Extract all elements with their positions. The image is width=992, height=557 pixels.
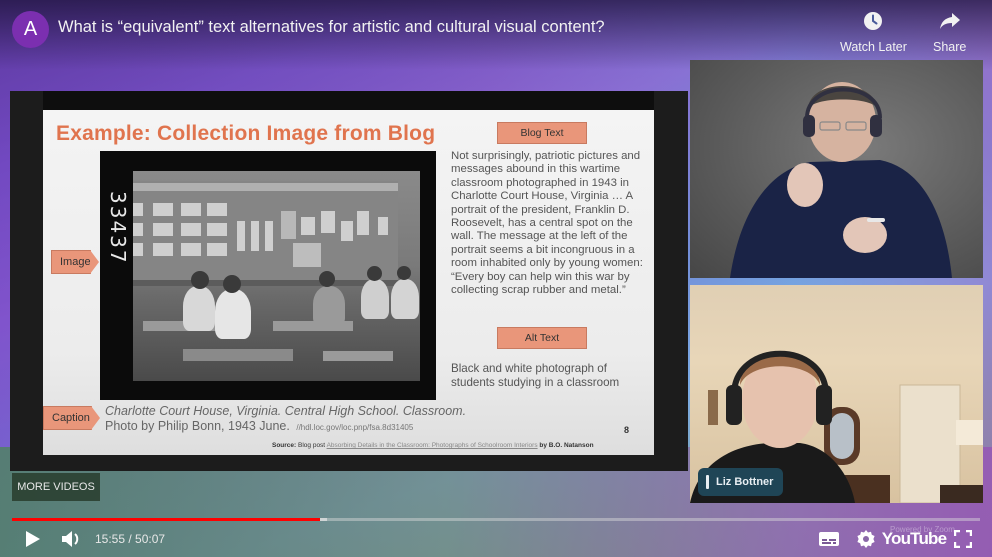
blog-text-body: Not surprisingly, patriotic pictures and… — [451, 150, 643, 297]
participant-video-liz-bottner: Liz Bottner — [690, 285, 983, 503]
classroom-photo — [133, 171, 420, 381]
image-tag: Image — [51, 250, 99, 274]
fullscreen-button[interactable] — [951, 527, 975, 551]
photo-caption-url: //hdl.loc.gov/loc.pnp/fsa.8d31405 — [296, 423, 414, 432]
watch-later-label: Watch Later — [840, 40, 907, 54]
alt-text-label: Alt Text — [497, 327, 587, 349]
blog-text-label: Blog Text — [497, 122, 587, 144]
collection-photo: 33437 — [100, 151, 436, 400]
slide-number: 8 — [624, 425, 630, 435]
slide-source: Source: Blog post Absorbing Details in t… — [272, 442, 594, 449]
caption-tag-label: Caption — [52, 412, 90, 424]
play-icon — [26, 531, 40, 547]
alt-text-body: Black and white photograph of students s… — [451, 362, 620, 389]
photo-caption-title: Charlotte Court House, Virginia. Central… — [105, 404, 467, 418]
settings-button[interactable] — [854, 527, 878, 551]
share-label: Share — [933, 40, 967, 54]
source-prefix: Source: — [272, 442, 297, 449]
video-player[interactable]: A What is “equivalent” text alternatives… — [0, 0, 992, 557]
share-button[interactable]: Share — [933, 10, 966, 54]
fullscreen-icon — [954, 530, 972, 548]
subtitles-button[interactable] — [817, 527, 841, 551]
source-link: Absorbing Details in the Classroom: Phot… — [326, 442, 538, 449]
screen-share-top-strip — [43, 91, 654, 110]
image-tag-label: Image — [60, 256, 91, 268]
captions-icon — [819, 532, 839, 546]
channel-avatar[interactable]: A — [12, 11, 49, 48]
clock-icon — [862, 10, 884, 32]
bulletin-board — [133, 181, 398, 286]
share-arrow-icon — [939, 10, 961, 32]
interpreter-figure — [730, 82, 952, 278]
more-videos-button[interactable]: MORE VIDEOS — [12, 473, 100, 501]
time-display: 15:55 / 50:07 — [95, 532, 166, 546]
photo-caption-credit: Photo by Philip Bonn, 1943 June. //hdl.l… — [105, 419, 413, 433]
source-text: Blog post — [298, 442, 326, 449]
slide-title: Example: Collection Image from Blog — [56, 122, 436, 145]
participant-name-badge: Liz Bottner — [698, 468, 784, 496]
progress-bar[interactable] — [12, 518, 980, 521]
watch-later-button[interactable]: Watch Later — [840, 10, 907, 54]
volume-icon — [62, 531, 79, 547]
gear-icon — [857, 530, 875, 548]
youtube-logo[interactable]: YouTube — [882, 527, 947, 551]
source-author: by B.O. Natanson — [539, 442, 594, 449]
play-button[interactable] — [22, 527, 44, 551]
channel-avatar-letter: A — [23, 18, 38, 40]
photo-credit-text: Photo by Philip Bonn, 1943 June. — [105, 419, 290, 433]
participant-video-interpreter — [690, 60, 983, 278]
participant-name: Liz Bottner — [716, 476, 774, 488]
photo-negative-number: 33437 — [106, 191, 130, 265]
presentation-slide: Example: Collection Image from Blog 3343… — [43, 110, 654, 455]
caption-tag: Caption — [43, 406, 100, 430]
video-title[interactable]: What is “equivalent” text alternatives f… — [58, 18, 605, 37]
progress-played — [12, 518, 320, 521]
volume-button[interactable] — [60, 527, 84, 551]
